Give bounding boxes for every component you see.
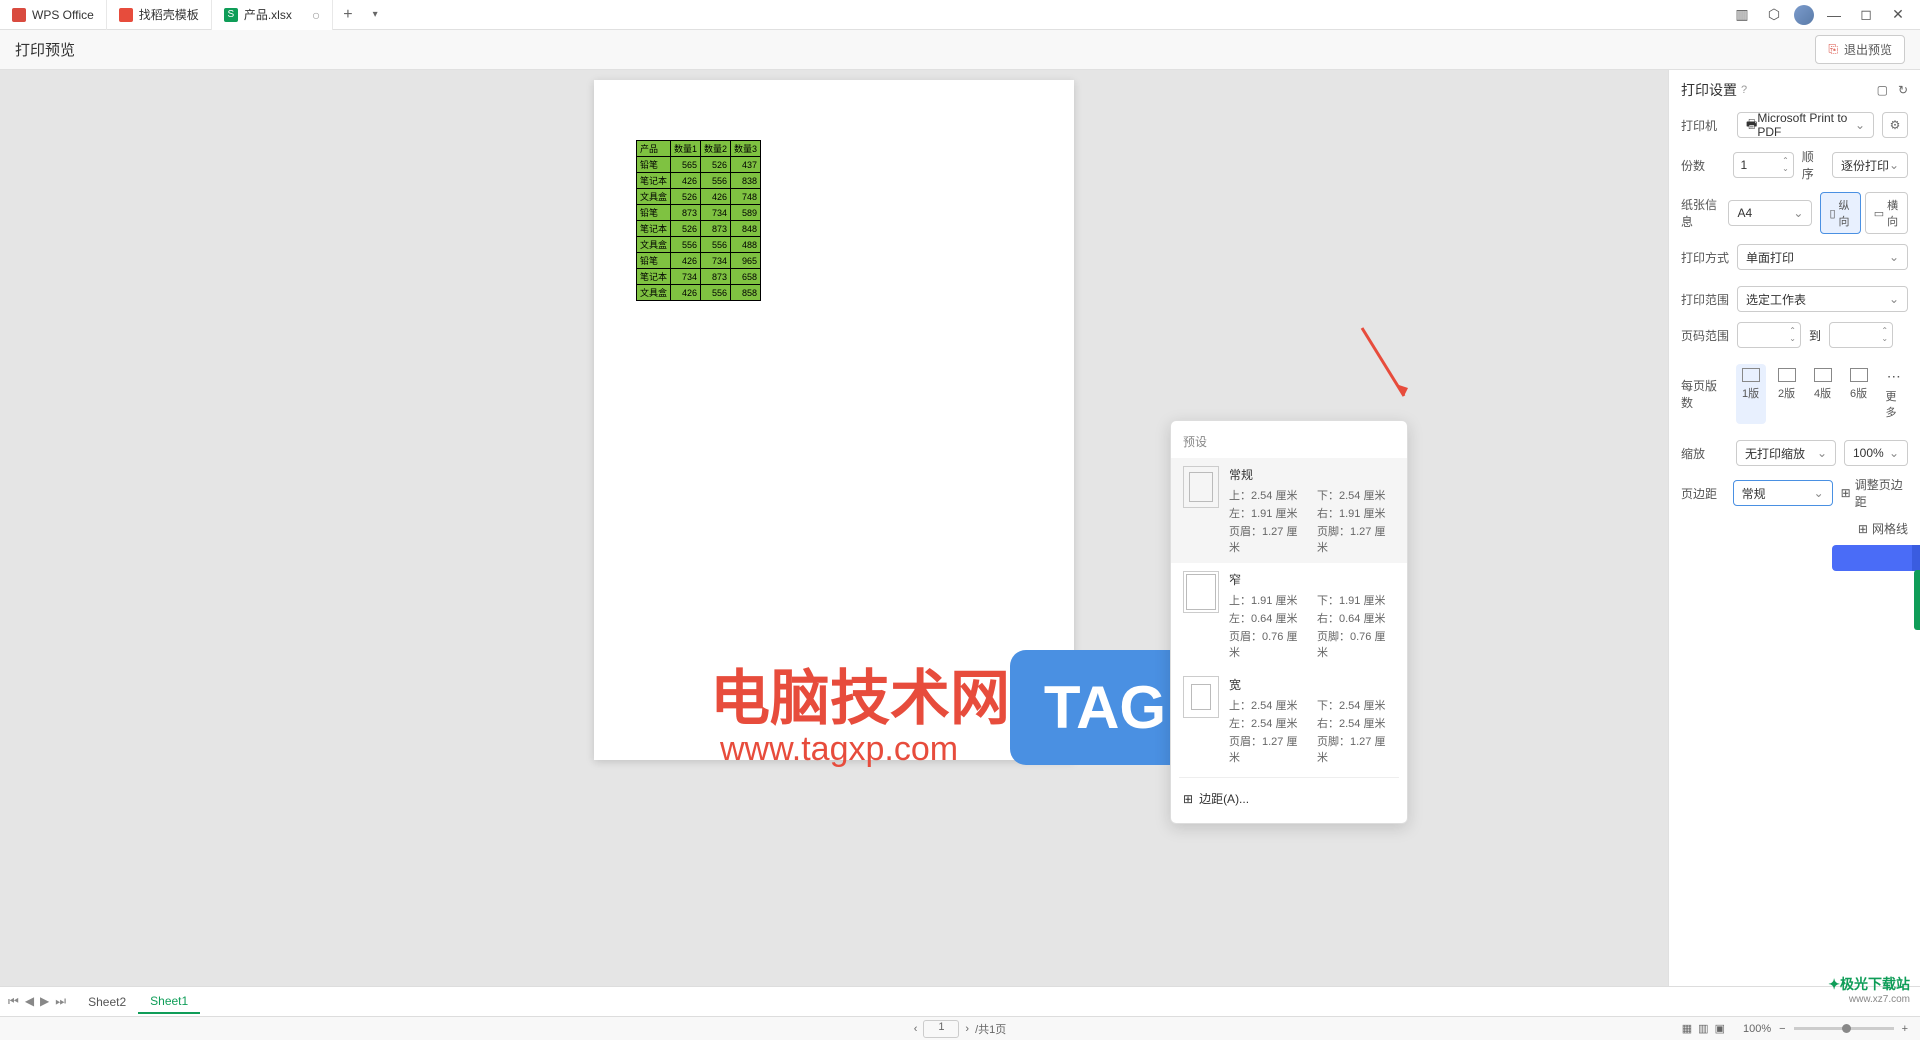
zoom-slider[interactable] xyxy=(1794,1027,1894,1030)
printer-settings-button[interactable]: ⚙ xyxy=(1882,112,1908,138)
page-input[interactable]: 1 xyxy=(923,1020,959,1038)
zoom-select[interactable]: 100% xyxy=(1844,440,1908,466)
page-to-input[interactable] xyxy=(1829,322,1893,348)
collapse-icon[interactable]: ▢ xyxy=(1877,83,1888,97)
layout-2[interactable]: 2版 xyxy=(1772,364,1802,424)
panel-title: 打印设置 xyxy=(1681,80,1737,100)
copies-label: 份数 xyxy=(1681,157,1725,174)
layouts-label: 每页版数 xyxy=(1681,377,1728,411)
portrait-button[interactable]: ▯ 纵向 xyxy=(1820,192,1860,234)
paper-select[interactable]: A4 xyxy=(1728,200,1812,226)
print-button[interactable] xyxy=(1832,545,1912,571)
preview-area: 产品数量1数量2数量3 铅笔565526437 笔记本426556838 文具盒… xyxy=(0,70,1668,986)
add-tab-button[interactable]: + xyxy=(333,6,362,24)
close-button[interactable]: ✕ xyxy=(1886,3,1910,27)
page-from-input[interactable] xyxy=(1737,322,1801,348)
exit-icon: ⎘ xyxy=(1828,42,1838,57)
printer-select[interactable]: 🖶 Microsoft Print to PDF xyxy=(1737,112,1874,138)
scroll-handle[interactable] xyxy=(1914,570,1920,630)
panel-icon[interactable]: ▥ xyxy=(1730,3,1754,27)
to-label: 到 xyxy=(1809,327,1821,344)
avatar[interactable] xyxy=(1794,5,1814,25)
prev-sheet-icon[interactable]: ◀ xyxy=(25,994,34,1009)
sheet-tabs: ⏮ ◀ ▶ ⏭ Sheet2 Sheet1 xyxy=(0,986,1920,1016)
file-tab[interactable]: S产品.xlsx○ xyxy=(212,0,333,30)
page-total: /共1页 xyxy=(975,1021,1006,1037)
layout-1[interactable]: 1版 xyxy=(1736,364,1766,424)
order-label: 顺序 xyxy=(1802,148,1824,182)
cube-icon[interactable]: ⬡ xyxy=(1762,3,1786,27)
margin-narrow[interactable]: 窄上：1.91 厘米下：1.91 厘米左：0.64 厘米右：0.64 厘米页眉：… xyxy=(1171,563,1407,668)
pages-label: 页码范围 xyxy=(1681,327,1729,344)
first-sheet-icon[interactable]: ⏮ xyxy=(8,994,19,1009)
layout-more[interactable]: ⋯更多 xyxy=(1880,364,1908,424)
layout-4[interactable]: 4版 xyxy=(1808,364,1838,424)
zoom-out-icon[interactable]: − xyxy=(1779,1023,1785,1035)
data-table: 产品数量1数量2数量3 铅笔565526437 笔记本426556838 文具盒… xyxy=(636,140,761,301)
watermark: ✦极光下载站 www.xz7.com xyxy=(1828,974,1910,1005)
zoom-value: 100% xyxy=(1743,1023,1771,1035)
titlebar: WPS Office 找稻壳模板 S产品.xlsx○ + ▾ ▥ ⬡ — ◻ ✕ xyxy=(0,0,1920,30)
view-1-icon[interactable]: ▦ xyxy=(1682,1022,1692,1035)
margin-custom[interactable]: ⊞ 边距(A)... xyxy=(1171,782,1407,815)
overlay-url: www.tagxp.com xyxy=(720,730,958,769)
layout-6[interactable]: 6版 xyxy=(1844,364,1874,424)
sheet-tab-1[interactable]: Sheet1 xyxy=(138,990,200,1014)
next-sheet-icon[interactable]: ▶ xyxy=(40,994,49,1009)
overlay-text: 电脑技术网 xyxy=(710,650,1010,737)
prev-page-icon[interactable]: ‹ xyxy=(914,1023,918,1035)
margin-label: 页边距 xyxy=(1681,485,1725,502)
minimize-button[interactable]: — xyxy=(1822,3,1846,27)
sheet-tab-2[interactable]: Sheet2 xyxy=(76,991,138,1013)
exit-preview-button[interactable]: ⎘退出预览 xyxy=(1815,35,1905,64)
margin-select[interactable]: 常规 xyxy=(1733,480,1833,506)
margin-normal[interactable]: 常规上：2.54 厘米下：2.54 厘米左：1.91 厘米右：1.91 厘米页眉… xyxy=(1171,458,1407,563)
mode-select[interactable]: 单面打印 xyxy=(1737,244,1908,270)
refresh-icon[interactable]: ↻ xyxy=(1898,83,1908,97)
maximize-button[interactable]: ◻ xyxy=(1854,3,1878,27)
app-tab[interactable]: WPS Office xyxy=(0,0,107,30)
print-settings-panel: 打印设置 ? ▢ ↻ 打印机 🖶 Microsoft Print to PDF … xyxy=(1668,70,1920,986)
help-icon[interactable]: ? xyxy=(1741,84,1747,96)
range-select[interactable]: 选定工作表 xyxy=(1737,286,1908,312)
margin-thumb-icon xyxy=(1183,571,1219,613)
scale-select[interactable]: 无打印缩放 xyxy=(1736,440,1836,466)
order-select[interactable]: 逐份打印 xyxy=(1832,152,1908,178)
landscape-button[interactable]: ▭ 横向 xyxy=(1865,192,1908,234)
header: 打印预览 ⎘退出预览 xyxy=(0,30,1920,70)
template-tab[interactable]: 找稻壳模板 xyxy=(107,0,212,30)
paper-label: 纸张信息 xyxy=(1681,196,1720,230)
status-bar: ‹ 1 › /共1页 ▦ ▥ ▣ 100% − + xyxy=(0,1016,1920,1040)
grid-button[interactable]: ⊞ 网格线 xyxy=(1858,520,1908,537)
tab-menu-icon[interactable]: ▾ xyxy=(363,9,388,20)
margin-thumb-icon xyxy=(1183,676,1219,718)
dropdown-header: 预设 xyxy=(1171,429,1407,458)
last-sheet-icon[interactable]: ⏭ xyxy=(55,994,66,1009)
zoom-in-icon[interactable]: + xyxy=(1902,1023,1908,1035)
view-3-icon[interactable]: ▣ xyxy=(1715,1022,1725,1035)
next-page-icon[interactable]: › xyxy=(965,1023,969,1035)
copies-input[interactable]: 1 xyxy=(1733,152,1793,178)
view-2-icon[interactable]: ▥ xyxy=(1698,1022,1708,1035)
margin-wide[interactable]: 宽上：2.54 厘米下：2.54 厘米左：2.54 厘米右：2.54 厘米页眉：… xyxy=(1171,668,1407,773)
printer-label: 打印机 xyxy=(1681,117,1729,134)
range-label: 打印范围 xyxy=(1681,291,1729,308)
mode-label: 打印方式 xyxy=(1681,249,1729,266)
margin-dropdown: 预设 常规上：2.54 厘米下：2.54 厘米左：1.91 厘米右：1.91 厘… xyxy=(1170,420,1408,824)
margin-thumb-icon xyxy=(1183,466,1219,508)
page-title: 打印预览 xyxy=(15,39,75,60)
adjust-margin-button[interactable]: ⊞ 调整页边距 xyxy=(1841,476,1908,510)
close-tab-icon[interactable]: ○ xyxy=(312,7,320,23)
scale-label: 缩放 xyxy=(1681,445,1728,462)
